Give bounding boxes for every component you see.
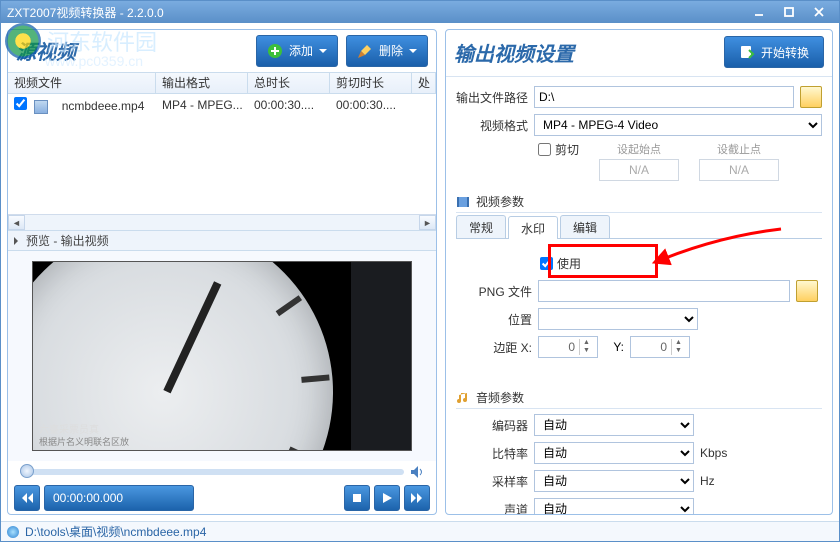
use-watermark-wrap[interactable]: 使用 bbox=[540, 255, 581, 272]
samplerate-label: 采样率 bbox=[456, 473, 528, 490]
cut-start-value[interactable]: N/A bbox=[599, 159, 679, 181]
video-preview[interactable]: 六臺采票员真 根据片名义明联名区放 bbox=[32, 261, 412, 451]
margin-y-spin[interactable]: 0▲▼ bbox=[630, 336, 690, 358]
maximize-button[interactable] bbox=[775, 4, 803, 20]
row-cut: 00:00:30.... bbox=[330, 98, 412, 112]
prev-button[interactable] bbox=[14, 485, 40, 511]
cut-end-value[interactable]: N/A bbox=[699, 159, 779, 181]
col-duration[interactable]: 总时长 bbox=[248, 73, 330, 94]
preview-label: 预览 - 输出视频 bbox=[26, 232, 109, 249]
file-icon bbox=[34, 100, 48, 114]
source-panel: 源视频 添加 删除 视频文件 输出格式 总时长 剪切时长 处 bbox=[7, 29, 437, 515]
titlebar: ZXT2007视频转换器 - 2.2.0.0 bbox=[1, 1, 839, 23]
scroll-right[interactable]: ► bbox=[419, 215, 436, 230]
seek-row bbox=[8, 461, 436, 482]
add-button[interactable]: 添加 bbox=[256, 35, 338, 67]
scroll-left[interactable]: ◄ bbox=[8, 215, 25, 230]
close-button[interactable] bbox=[805, 4, 833, 20]
file-grid-header: 视频文件 输出格式 总时长 剪切时长 处 bbox=[8, 72, 436, 95]
preview-header[interactable]: 预览 - 输出视频 bbox=[8, 230, 436, 251]
cut-start-label: 设起始点 bbox=[617, 141, 661, 157]
minimize-button[interactable] bbox=[745, 4, 773, 20]
delete-button[interactable]: 删除 bbox=[346, 35, 428, 67]
margin-y-label: Y: bbox=[604, 340, 624, 354]
position-select[interactable] bbox=[538, 308, 698, 330]
margin-x-spin[interactable]: 0▲▼ bbox=[538, 336, 598, 358]
vformat-label: 视频格式 bbox=[456, 117, 528, 134]
browse-button[interactable] bbox=[800, 86, 822, 108]
encoder-label: 编码器 bbox=[456, 417, 528, 434]
bitrate-select[interactable]: 自动 bbox=[534, 442, 694, 464]
output-title: 输出视频设置 bbox=[454, 38, 716, 67]
next-button[interactable] bbox=[404, 485, 430, 511]
h-scrollbar[interactable]: ◄ ► bbox=[8, 214, 436, 230]
channel-label: 声道 bbox=[456, 501, 528, 515]
video-overlay-sub: 根据片名义明联名区放 bbox=[39, 435, 129, 448]
music-icon bbox=[456, 391, 470, 405]
use-watermark-label: 使用 bbox=[557, 255, 581, 272]
player-controls: 00:00:00.000 bbox=[8, 482, 436, 514]
chevron-down-icon bbox=[409, 49, 417, 57]
output-panel: 输出视频设置 开始转换 输出文件路径 视频格式 MP4 - MPEG-4 Vid… bbox=[445, 29, 833, 515]
status-bar: D:\tools\桌面\视频\ncmbdeee.mp4 bbox=[1, 521, 839, 541]
margin-x-label: 边距 X: bbox=[460, 339, 532, 356]
audio-params-header: 音频参数 bbox=[456, 389, 822, 406]
png-file-label: PNG 文件 bbox=[460, 283, 532, 300]
row-duration: 00:00:30.... bbox=[248, 98, 330, 112]
out-path-input[interactable] bbox=[534, 86, 794, 108]
row-filename: ncmbdeee.mp4 bbox=[56, 99, 151, 113]
vformat-select[interactable]: MP4 - MPEG-4 Video bbox=[534, 114, 822, 136]
window-title: ZXT2007视频转换器 - 2.2.0.0 bbox=[7, 4, 743, 21]
tab-edit[interactable]: 编辑 bbox=[560, 215, 610, 238]
encoder-select[interactable]: 自动 bbox=[534, 414, 694, 436]
samplerate-select[interactable]: 自动 bbox=[534, 470, 694, 492]
bitrate-label: 比特率 bbox=[456, 445, 528, 462]
row-format: MP4 - MPEG... bbox=[156, 98, 248, 112]
status-icon bbox=[7, 526, 19, 538]
preview-area: 六臺采票员真 根据片名义明联名区放 bbox=[8, 251, 436, 461]
tab-general[interactable]: 常规 bbox=[456, 215, 506, 238]
channel-select[interactable]: 自动 bbox=[534, 498, 694, 514]
play-button[interactable] bbox=[374, 485, 400, 511]
source-title: 源视频 bbox=[16, 36, 248, 65]
use-watermark-checkbox[interactable] bbox=[540, 257, 553, 270]
table-row[interactable]: ncmbdeee.mp4 MP4 - MPEG... 00:00:30.... … bbox=[8, 94, 436, 116]
tab-watermark[interactable]: 水印 bbox=[508, 216, 558, 239]
cut-checkbox[interactable] bbox=[538, 143, 551, 156]
film-icon bbox=[456, 195, 470, 209]
convert-icon bbox=[739, 44, 755, 60]
start-convert-button[interactable]: 开始转换 bbox=[724, 36, 824, 68]
broom-icon bbox=[357, 43, 373, 59]
hz-unit: Hz bbox=[700, 474, 734, 488]
col-format[interactable]: 输出格式 bbox=[156, 73, 248, 94]
video-overlay-text: 六臺采票员真 bbox=[39, 421, 99, 436]
row-checkbox[interactable] bbox=[14, 97, 27, 110]
cut-checkbox-wrap[interactable]: 剪切 bbox=[538, 141, 579, 158]
chevron-down-icon bbox=[319, 49, 327, 57]
stop-button[interactable] bbox=[344, 485, 370, 511]
seek-slider[interactable] bbox=[20, 469, 404, 475]
time-display: 00:00:00.000 bbox=[44, 485, 194, 511]
png-browse-button[interactable] bbox=[796, 280, 818, 302]
output-form: 输出文件路径 视频格式 MP4 - MPEG-4 Video 剪切 设起始点 N… bbox=[446, 79, 832, 514]
video-params-header: 视频参数 bbox=[456, 193, 822, 210]
volume-icon[interactable] bbox=[410, 465, 424, 479]
col-file[interactable]: 视频文件 bbox=[8, 73, 156, 94]
triangle-icon bbox=[14, 237, 22, 245]
video-tabs: 常规 水印 编辑 bbox=[456, 215, 822, 239]
out-path-label: 输出文件路径 bbox=[456, 89, 528, 106]
png-file-input[interactable] bbox=[538, 280, 790, 302]
col-process[interactable]: 处 bbox=[412, 73, 436, 94]
status-path: D:\tools\桌面\视频\ncmbdeee.mp4 bbox=[25, 523, 206, 540]
seek-thumb[interactable] bbox=[20, 464, 34, 478]
kbps-unit: Kbps bbox=[700, 446, 734, 460]
col-cut[interactable]: 剪切时长 bbox=[330, 73, 412, 94]
file-grid-body[interactable]: ncmbdeee.mp4 MP4 - MPEG... 00:00:30.... … bbox=[8, 94, 436, 214]
plus-icon bbox=[267, 43, 283, 59]
position-label: 位置 bbox=[460, 311, 532, 328]
cut-end-label: 设截止点 bbox=[717, 141, 761, 157]
